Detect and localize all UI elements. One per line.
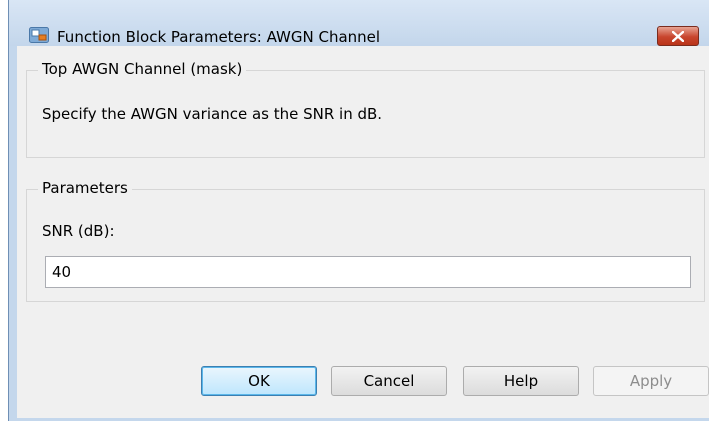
snr-input[interactable] [45,256,691,288]
block-description: Specify the AWGN variance as the SNR in … [42,105,383,123]
simulink-block-icon [29,27,49,43]
close-button[interactable] [657,26,699,46]
apply-button[interactable]: Apply [593,366,709,396]
snr-label: SNR (dB): [42,222,115,240]
title-bar[interactable]: Function Block Parameters: AWGN Channel [9,0,709,46]
help-button[interactable]: Help [463,366,579,396]
description-group-title: Top AWGN Channel (mask) [38,60,247,78]
dialog-body: Top AWGN Channel (mask) Specify the AWGN… [17,46,709,418]
cancel-button[interactable]: Cancel [331,366,447,396]
dialog-window: Function Block Parameters: AWGN Channel … [8,0,709,421]
parameters-group-title: Parameters [38,179,132,197]
close-icon [672,31,684,42]
window-title: Function Block Parameters: AWGN Channel [57,28,381,46]
ok-button[interactable]: OK [201,366,317,396]
